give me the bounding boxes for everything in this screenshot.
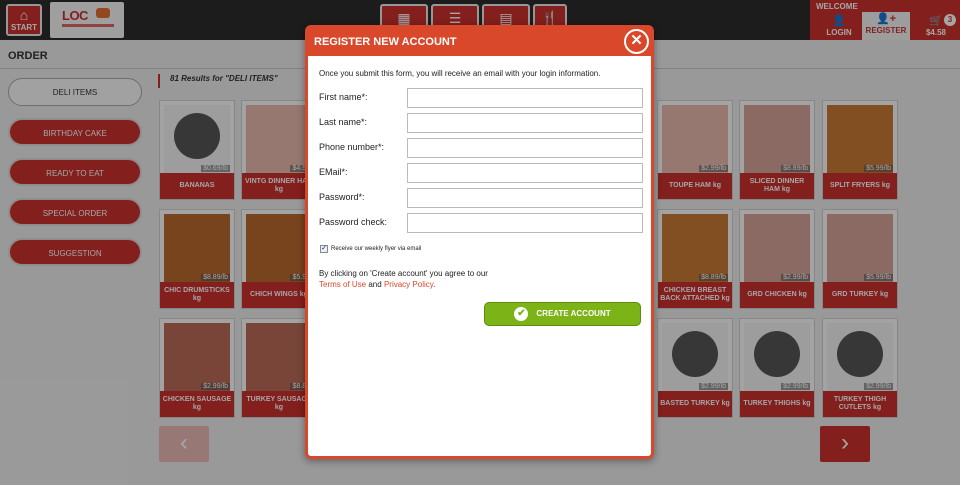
modal-title: REGISTER NEW ACCOUNT [308,28,651,56]
period: . [433,280,436,289]
phone-label: Phone number*: [319,142,385,152]
first-name-label: First name*: [319,92,368,102]
first-name-row: First name*: [319,88,643,110]
password-check-row: Password check: [319,213,643,235]
first-name-field[interactable] [407,88,643,108]
privacy-link[interactable]: Privacy Policy [384,280,433,289]
last-name-field[interactable] [407,113,643,133]
last-name-label: Last name*: [319,117,368,127]
flyer-checkbox-label: Receive our weekly flyer via email [331,246,422,252]
checkmark-icon: ✔ [514,306,529,321]
password-label: Password*: [319,192,365,202]
password-row: Password*: [319,188,643,210]
and-text: and [368,280,382,289]
phone-row: Phone number*: [319,138,643,160]
password-check-field[interactable] [407,213,643,233]
phone-field[interactable] [407,138,643,158]
close-icon[interactable]: ✕ [624,29,649,54]
register-modal: REGISTER NEW ACCOUNT ✕ Once you submit t… [305,25,654,459]
create-account-label: CREATE ACCOUNT [536,309,611,318]
email-label: EMail*: [319,167,348,177]
agreement-sentence: By clicking on 'Create account' you agre… [319,269,488,278]
terms-link[interactable]: Terms of Use [319,280,366,289]
last-name-row: Last name*: [319,113,643,135]
flyer-checkbox-row: ✓ Receive our weekly flyer via email [320,245,421,253]
modal-intro-text: Once you submit this form, you will rece… [319,69,601,78]
create-account-button[interactable]: ✔ CREATE ACCOUNT [484,302,641,326]
email-row: EMail*: [319,163,643,185]
password-field[interactable] [407,188,643,208]
agreement-text: By clicking on 'Create account' you agre… [319,268,488,290]
email-field[interactable] [407,163,643,183]
flyer-checkbox[interactable]: ✓ [320,245,328,253]
password-check-label: Password check: [319,217,388,227]
